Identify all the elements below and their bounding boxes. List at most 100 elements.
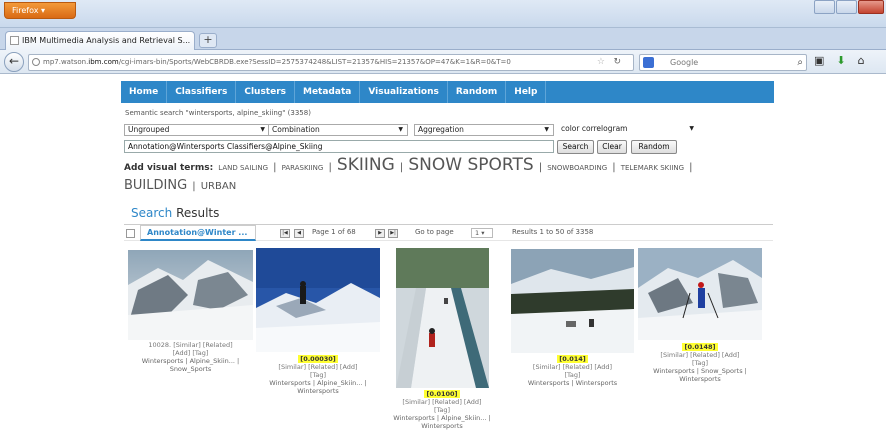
site-identity-icon[interactable] [32,58,40,66]
term-separator: | [273,162,277,173]
result-score: [0.0148] [682,343,718,351]
result-tags-more[interactable]: Wintersports [421,422,463,430]
result-image[interactable] [511,249,634,353]
next-page-button[interactable]: ▶ [375,229,385,238]
go-to-page-label: Go to page [415,228,454,236]
term-building[interactable]: BUILDING [124,178,187,193]
firefox-menu-button[interactable]: Firefox ▾ [4,2,76,19]
result-actions-more[interactable]: [Tag] [310,371,326,379]
term-skiing[interactable]: SKIING [337,155,395,175]
search-engine-icon[interactable] [643,57,654,68]
term-separator: | [399,162,404,173]
go-to-page-select[interactable]: 1 ▾ [471,228,493,238]
result-actions-more[interactable]: [Tag] [692,359,708,367]
new-tab-button[interactable]: + [199,33,217,48]
menu-clusters[interactable]: Clusters [236,81,295,103]
search-button[interactable]: Search [557,140,594,154]
result-tags[interactable]: Wintersports | Alpine_Skiin... | [393,414,490,422]
bookmarks-icon[interactable]: ▣ [814,54,824,67]
back-icon[interactable]: ← [4,52,24,72]
maximize-button[interactable] [836,0,857,14]
page-indicator: Page 1 of 68 [312,228,356,236]
window-titlebar: Firefox ▾ [0,0,886,28]
menu-classifiers[interactable]: Classifiers [167,81,237,103]
results-heading-results: Results [176,206,220,220]
result-score: [0.0100] [424,390,460,398]
menu-visualizations[interactable]: Visualizations [360,81,448,103]
result-tags[interactable]: Wintersports | Alpine_Skiin... | [142,357,239,365]
result-tags[interactable]: Wintersports | Wintersports [528,379,617,387]
term-paraskiing[interactable]: PARASKIING [282,164,324,172]
pager-bar: Annotation@Winter ... |◀ ◀ Page 1 of 68 … [124,224,773,241]
minimize-button[interactable] [814,0,835,14]
toolbar-icons: ▣ ⬇ ⌂ [814,54,865,67]
window-controls [814,0,884,14]
select-all-checkbox[interactable] [126,229,135,238]
term-separator: | [612,162,616,173]
result-id: 10028. [148,341,172,349]
chevron-down-icon: ▼ [689,125,694,132]
result-tags-more[interactable]: Snow_Sports [170,365,212,373]
menu-home[interactable]: Home [121,81,168,103]
reload-icon[interactable]: ↻ [613,55,621,70]
download-icon[interactable]: ⬇ [836,54,845,67]
result-tags[interactable]: Wintersports | Snow_Sports | [653,367,747,375]
chevron-down-icon: ▼ [260,126,265,133]
menu-random[interactable]: Random [448,81,507,103]
main-menu: Home Classifiers Clusters Metadata Visua… [121,81,774,103]
feature-select[interactable]: color correlogram ▼ [558,124,698,136]
term-snowboarding[interactable]: SNOWBOARDING [547,164,607,172]
result-actions[interactable]: [Similar] [Related] [Add] [533,363,612,371]
result-tags-more[interactable]: Wintersports [679,375,721,383]
menu-help[interactable]: Help [506,81,547,103]
term-snow-sports[interactable]: SNOW SPORTS [408,155,533,175]
result-image[interactable] [256,248,380,352]
results-tab[interactable]: Annotation@Winter ... [140,225,256,241]
chevron-down-icon: ▼ [398,126,403,133]
result-actions[interactable]: [Similar] [Related] [Add] [660,351,739,359]
result-image[interactable] [396,248,489,388]
menu-metadata[interactable]: Metadata [295,81,361,103]
tab-title: IBM Multimedia Analysis and Retrieval S.… [22,36,191,45]
clear-button[interactable]: Clear [597,140,627,154]
result-actions-more[interactable]: [Tag] [564,371,580,379]
result-caption: [0.014] [Similar] [Related] [Add] [Tag] … [505,355,640,387]
magnifier-icon[interactable]: ⌕ [797,55,803,70]
result-score: [0.014] [557,355,588,363]
go-to-page-value: 1 [475,229,480,237]
query-input[interactable]: Annotation@Wintersports Classifiers@Alpi… [124,140,554,153]
grouping-select[interactable]: Ungrouped ▼ [124,124,270,136]
result-image[interactable] [128,250,253,340]
first-page-button[interactable]: |◀ [280,229,290,238]
aggregation-select[interactable]: Aggregation ▼ [414,124,554,136]
result-tags[interactable]: Wintersports | Alpine_Skiin... | [269,379,366,387]
term-urban[interactable]: URBAN [201,181,236,192]
browser-tab[interactable]: IBM Multimedia Analysis and Retrieval S.… [5,31,195,50]
visual-terms: Add visual terms: LAND SAILING | PARASKI… [124,157,764,195]
result-tags-more[interactable]: Wintersports [297,387,339,395]
result-actions[interactable]: [Similar] [Related] [Add] [278,363,357,371]
term-telemark-skiing[interactable]: TELEMARK SKIING [621,164,684,172]
home-icon[interactable]: ⌂ [858,54,865,67]
address-bar[interactable]: mp7.watson.ibm.com/cgi-imars-bin/Sports/… [28,54,634,71]
term-separator: | [192,181,196,192]
last-page-button[interactable]: ▶| [388,229,398,238]
aggregation-value: Aggregation [418,125,464,134]
web-search-field[interactable]: Google ⌕ [639,54,807,71]
combination-select[interactable]: Combination ▼ [268,124,408,136]
result-image[interactable] [638,248,762,340]
result-actions-more[interactable]: [Add] [Tag] [173,349,209,357]
prev-page-button[interactable]: ◀ [294,229,304,238]
term-separator: | [538,162,543,173]
page-favicon-icon [10,36,19,45]
result-actions-more[interactable]: [Tag] [434,406,450,414]
result-actions[interactable]: [Similar] [Related] [Add] [402,398,481,406]
random-button[interactable]: Random [631,140,677,154]
close-window-button[interactable] [858,0,884,14]
url-domain: ibm.com [88,58,119,66]
term-land-sailing[interactable]: LAND SAILING [218,164,268,172]
result-score: [0.00030] [298,355,338,363]
results-range: Results 1 to 50 of 3358 [512,228,594,236]
bookmark-star-icon[interactable]: ☆ [597,55,605,70]
result-actions[interactable]: [Similar] [Related] [173,341,232,349]
